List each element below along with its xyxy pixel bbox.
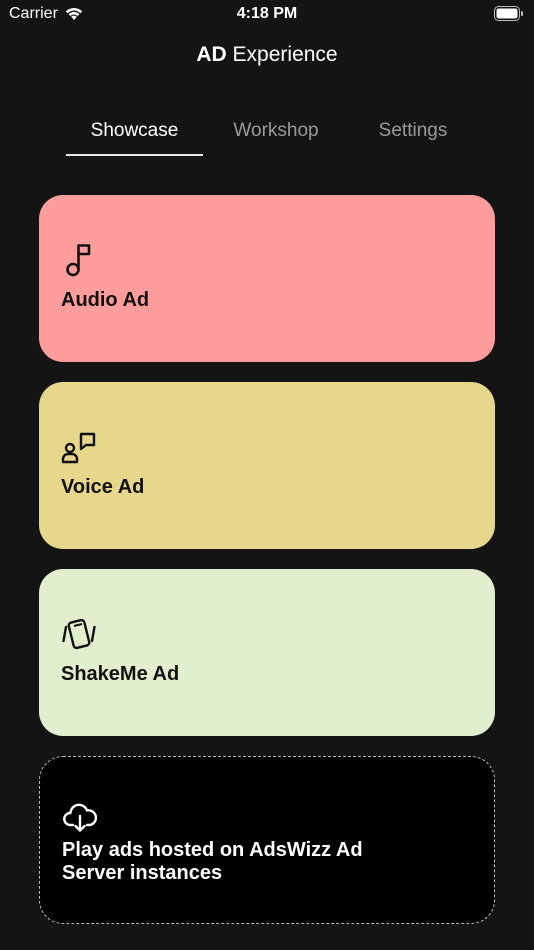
tab-showcase[interactable]: Showcase xyxy=(66,118,203,156)
app-title-bold: AD xyxy=(196,43,227,66)
status-bar: Carrier 4:18 PM xyxy=(0,0,534,28)
shakeme-ad-card[interactable]: ShakeMe Ad xyxy=(39,569,495,736)
music-note-icon xyxy=(66,244,91,277)
voice-speech-icon xyxy=(61,432,96,464)
battery-icon xyxy=(494,6,523,21)
audio-ad-label: Audio Ad xyxy=(61,289,150,311)
adserver-ads-label: Play ads hosted on AdsWizz Ad Server ins… xyxy=(62,839,363,884)
voice-ad-label: Voice Ad xyxy=(61,476,145,498)
tab-settings[interactable]: Settings xyxy=(356,118,470,156)
app-title: AD Experience xyxy=(0,43,534,67)
tab-selected-indicator xyxy=(66,154,203,156)
shakeme-ad-label: ShakeMe Ad xyxy=(61,663,180,685)
audio-ad-card[interactable]: Audio Ad xyxy=(39,195,495,362)
tab-bar: Showcase Workshop Settings xyxy=(0,118,534,158)
adserver-ads-card[interactable]: Play ads hosted on AdsWizz Ad Server ins… xyxy=(39,756,495,924)
tab-workshop[interactable]: Workshop xyxy=(212,118,340,156)
voice-ad-card[interactable]: Voice Ad xyxy=(39,382,495,549)
cloud-download-icon xyxy=(63,803,98,832)
status-time: 4:18 PM xyxy=(236,5,298,22)
shake-phone-icon xyxy=(62,618,96,650)
app-title-rest: Experience xyxy=(226,43,338,66)
